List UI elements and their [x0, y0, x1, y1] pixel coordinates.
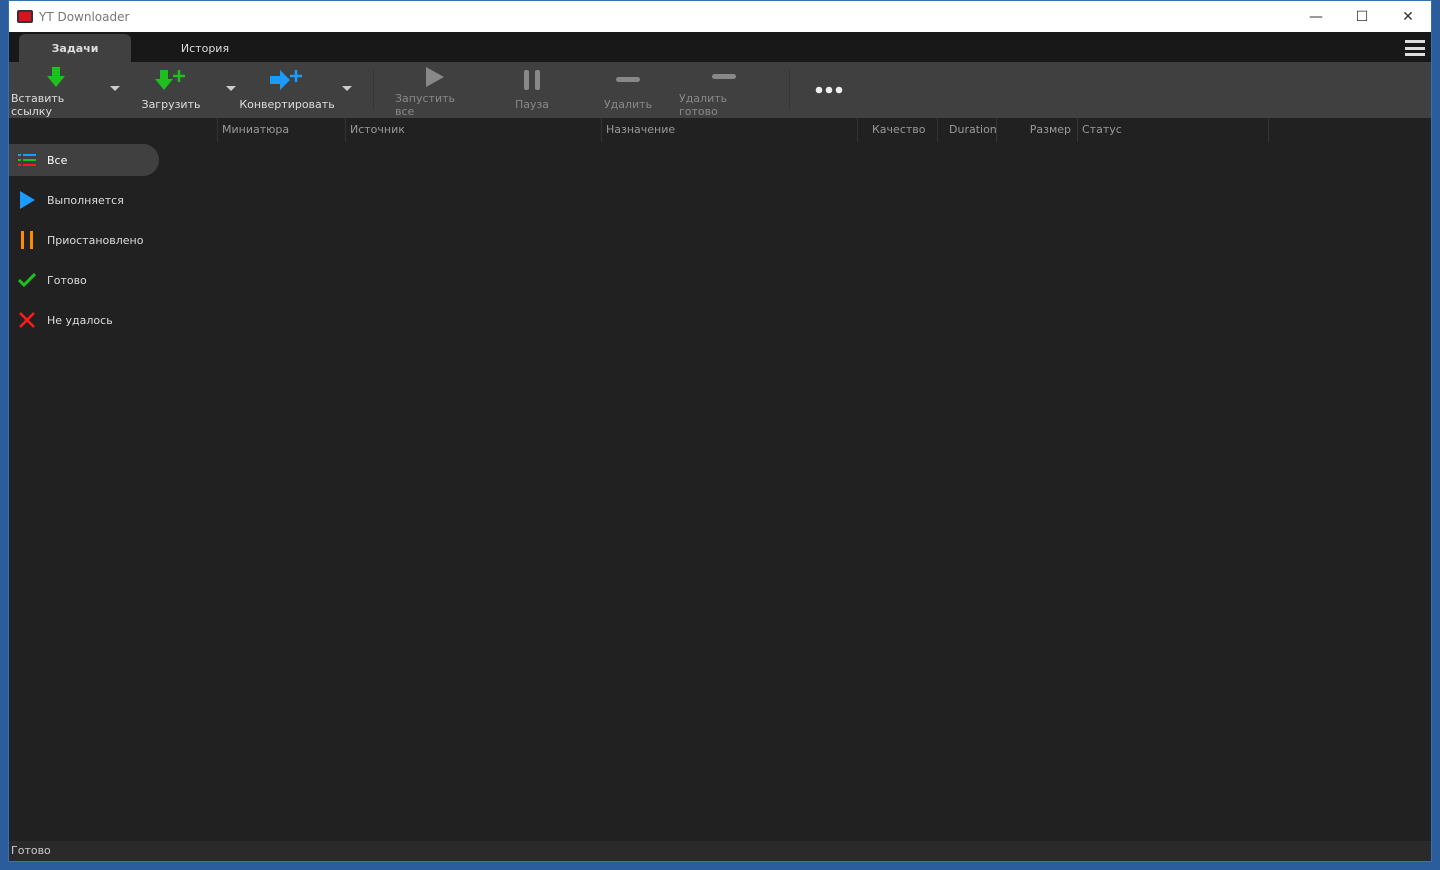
- minus-icon: [694, 62, 754, 92]
- delete-done-label: Удалить готово: [679, 92, 728, 118]
- convert-dropdown-icon[interactable]: [342, 86, 352, 91]
- maximize-button[interactable]: ☐: [1339, 1, 1385, 32]
- filter-in-progress-label: Выполняется: [47, 193, 124, 207]
- app-window: YT Downloader — ☐ ✕ Задачи История Встав…: [8, 0, 1432, 862]
- toolbar: Вставить ссылку Загрузить Конвертировать…: [9, 62, 1431, 118]
- more-dots-icon: [799, 62, 859, 118]
- window-title: YT Downloader: [39, 9, 130, 24]
- col-thumbnail[interactable]: Миниатюра: [217, 118, 345, 142]
- paste-link-button[interactable]: Вставить ссылку: [11, 62, 101, 118]
- more-button[interactable]: [809, 62, 849, 118]
- title-bar: YT Downloader — ☐ ✕: [9, 1, 1431, 32]
- paste-dropdown-icon[interactable]: [110, 86, 120, 91]
- filter-done-label: Готово: [47, 273, 87, 287]
- start-all-button[interactable]: Запустить все: [395, 62, 475, 118]
- filter-paused[interactable]: Приостановлено: [9, 224, 159, 256]
- convert-label: Конвертировать: [239, 98, 335, 111]
- status-bar: Готово: [9, 841, 1431, 861]
- tab-bar: Задачи История: [9, 32, 1431, 62]
- col-source[interactable]: Источник: [345, 118, 601, 142]
- filter-done[interactable]: Готово: [9, 264, 159, 296]
- col-size[interactable]: Размер: [997, 118, 1077, 142]
- filter-sidebar: Все Выполняется Приостановлено Готово Не…: [9, 144, 159, 344]
- download-button[interactable]: Загрузить: [141, 62, 201, 118]
- minimize-button[interactable]: —: [1293, 1, 1339, 32]
- toolbar-divider: [789, 70, 790, 110]
- download-label: Загрузить: [141, 98, 201, 111]
- tab-history[interactable]: История: [149, 34, 261, 62]
- download-dropdown-icon[interactable]: [226, 86, 236, 91]
- checkmark-icon: [17, 271, 37, 289]
- filter-failed-label: Не удалось: [47, 313, 113, 327]
- pause-icon: [17, 231, 37, 249]
- download-add-icon: [141, 62, 201, 98]
- app-logo-icon: [17, 10, 33, 23]
- filter-failed[interactable]: Не удалось: [9, 304, 159, 336]
- col-quality[interactable]: Качество: [857, 118, 937, 142]
- play-icon: [17, 191, 37, 209]
- pause-button[interactable]: Пауза: [502, 62, 562, 118]
- toolbar-divider: [373, 70, 374, 110]
- filter-all[interactable]: Все: [9, 144, 159, 176]
- start-all-label: Запустить все: [395, 92, 455, 118]
- tab-tasks[interactable]: Задачи: [19, 34, 131, 62]
- column-headers: Миниатюра Источник Назначение Качество D…: [9, 118, 1431, 142]
- filter-all-label: Все: [47, 153, 68, 167]
- paste-link-label: Вставить ссылку: [11, 92, 65, 118]
- close-button[interactable]: ✕: [1385, 1, 1431, 32]
- filter-paused-label: Приостановлено: [47, 233, 144, 247]
- menu-icon[interactable]: [1405, 40, 1425, 56]
- delete-label: Удалить: [603, 98, 653, 111]
- pause-label: Пауза: [514, 98, 550, 111]
- col-duration[interactable]: Duration: [937, 118, 997, 142]
- col-destination[interactable]: Назначение: [601, 118, 857, 142]
- download-arrow-icon: [26, 62, 86, 92]
- col-status[interactable]: Статус: [1077, 118, 1269, 142]
- delete-done-button[interactable]: Удалить готово: [679, 62, 769, 118]
- pause-icon: [502, 62, 562, 98]
- minus-icon: [598, 62, 658, 98]
- convert-button[interactable]: Конвертировать: [239, 62, 335, 118]
- cross-icon: [17, 311, 37, 329]
- delete-button[interactable]: Удалить: [598, 62, 658, 118]
- filter-in-progress[interactable]: Выполняется: [9, 184, 159, 216]
- play-icon: [405, 62, 465, 92]
- list-icon: [17, 151, 37, 169]
- convert-arrow-icon: [257, 62, 317, 98]
